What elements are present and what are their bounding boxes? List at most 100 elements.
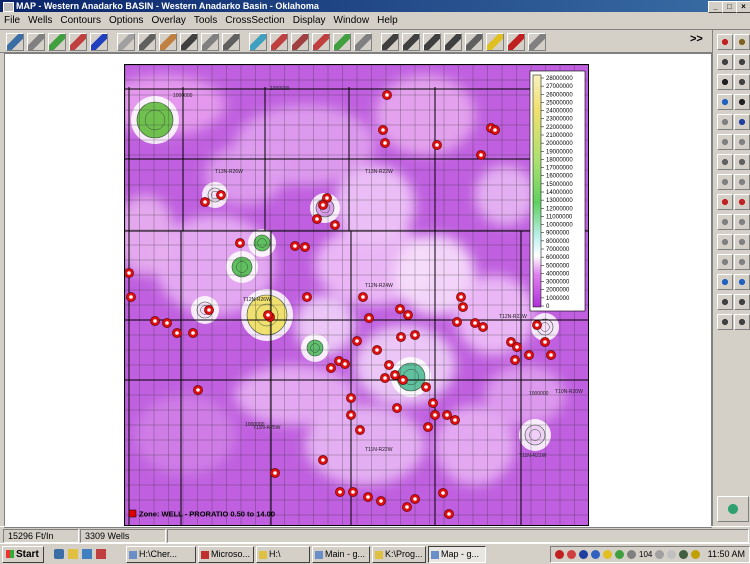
copy-2-icon[interactable] (734, 174, 750, 190)
open-map-icon[interactable] (6, 33, 24, 51)
tray-icon[interactable] (627, 550, 636, 559)
status-bar: 15296 Ft/In 3309 Wells (0, 526, 750, 543)
menu-wells[interactable]: Wells (24, 12, 56, 29)
fill-icon-2[interactable] (717, 214, 733, 230)
well-log-icon[interactable] (201, 33, 219, 51)
zone-swatch (128, 509, 137, 518)
task-button-prog[interactable]: K:\Prog... (372, 546, 426, 563)
line-icon[interactable] (717, 154, 733, 170)
start-button[interactable]: Start (2, 546, 44, 563)
task-button-main[interactable]: Main - g... (312, 546, 370, 563)
well-data-icon[interactable] (117, 33, 135, 51)
ie-icon[interactable] (54, 549, 64, 559)
square-red-icon[interactable] (717, 194, 733, 210)
print-icon[interactable] (717, 294, 733, 310)
trash-2-icon[interactable] (734, 254, 750, 270)
zoom-box-icon[interactable] (423, 33, 441, 51)
svg-text:1000000: 1000000 (270, 86, 290, 92)
zoom-window-icon[interactable] (444, 33, 462, 51)
menu-overlay[interactable]: Overlay (147, 12, 189, 29)
office-icon (201, 550, 209, 559)
undo-icon[interactable] (717, 114, 733, 130)
task-button-microsoft[interactable]: Microso... (198, 546, 254, 563)
dashed-line-icon[interactable] (734, 154, 750, 170)
color-legend: 28000000 27000000 26000000 25000000 24000000… (529, 70, 586, 312)
menu-file[interactable]: File (0, 12, 24, 29)
network-icon[interactable] (579, 550, 588, 559)
update-icon[interactable] (615, 550, 624, 559)
menu-window[interactable]: Window (330, 12, 374, 29)
layer-2-icon[interactable] (734, 314, 750, 330)
fill-icon[interactable] (717, 94, 733, 110)
color-map-3-icon[interactable] (90, 33, 108, 51)
map-icon[interactable] (734, 274, 750, 290)
contour-map[interactable]: T13N-R26W T13N-R22W T12N-R26W T12N-R24W T12N… (124, 64, 589, 526)
radiation-icon[interactable] (603, 550, 612, 559)
text-icon[interactable] (717, 54, 733, 70)
filter-icon[interactable] (270, 33, 288, 51)
copy-icon[interactable] (717, 174, 733, 190)
menu-contours[interactable]: Contours (56, 12, 105, 29)
menu-display[interactable]: Display (289, 12, 330, 29)
taskbar: Start H:\Cher... Microso... H:\ Main - g… (0, 543, 750, 564)
menu-options[interactable]: Options (105, 12, 147, 29)
pencil-icon[interactable] (734, 34, 750, 50)
zoom-out-icon[interactable] (402, 33, 420, 51)
cross-section-icon[interactable] (180, 33, 198, 51)
antivirus-icon[interactable] (567, 550, 576, 559)
pencil-icon[interactable] (486, 33, 504, 51)
list-icon[interactable] (734, 114, 750, 130)
pointer-icon[interactable] (717, 34, 733, 50)
print-icon[interactable] (27, 33, 45, 51)
task-button-h[interactable]: H:\ (256, 546, 310, 563)
trash-icon[interactable] (717, 254, 733, 270)
print-2-icon[interactable] (734, 294, 750, 310)
color-map-2-icon[interactable] (69, 33, 87, 51)
svg-text:T10N-R20W: T10N-R20W (555, 389, 583, 395)
monitor-icon[interactable] (591, 550, 600, 559)
trend-icon[interactable] (333, 33, 351, 51)
circle-icon[interactable] (734, 74, 750, 90)
help-icon[interactable] (717, 274, 733, 290)
paint-icon[interactable] (734, 214, 750, 230)
svg-text:1000000: 1000000 (173, 93, 193, 99)
media-icon[interactable] (96, 549, 106, 559)
report-icon[interactable] (138, 33, 156, 51)
menu-help[interactable]: Help (373, 12, 402, 29)
layer-icon[interactable] (717, 314, 733, 330)
legend-tick-label: 17000000 (546, 166, 573, 172)
desktop-icon[interactable] (82, 549, 92, 559)
volume-icon[interactable] (691, 550, 700, 559)
grid-icon[interactable] (507, 33, 525, 51)
globe-icon[interactable] (249, 33, 267, 51)
settings-icon[interactable] (667, 550, 676, 559)
color-map-icon[interactable] (48, 33, 66, 51)
layers-icon[interactable] (528, 33, 546, 51)
cross-icon[interactable] (312, 33, 330, 51)
zoom-in-icon[interactable] (381, 33, 399, 51)
square-red-2-icon[interactable] (734, 194, 750, 210)
sum-icon[interactable] (717, 234, 733, 250)
no-entry-icon[interactable] (555, 550, 564, 559)
arrow-icon[interactable] (734, 94, 750, 110)
text-box-icon[interactable] (734, 54, 750, 70)
stratigraphy-icon[interactable] (159, 33, 177, 51)
rectangle-icon[interactable] (717, 74, 733, 90)
select-area-icon[interactable] (354, 33, 372, 51)
pan-navigator-icon[interactable] (717, 496, 749, 522)
tray-icon-2[interactable] (679, 550, 688, 559)
task-button-cher[interactable]: H:\Cher... (126, 546, 196, 563)
line-style-icon[interactable] (717, 134, 733, 150)
pan-icon[interactable] (465, 33, 483, 51)
dash-icon[interactable] (734, 134, 750, 150)
clock-icon[interactable] (655, 550, 664, 559)
explorer-icon[interactable] (68, 549, 78, 559)
menu-tools[interactable]: Tools (190, 12, 221, 29)
no-icon[interactable] (734, 234, 750, 250)
menu-crosssection[interactable]: CrossSection (221, 12, 288, 29)
well-log-2-icon[interactable] (222, 33, 240, 51)
tools-icon[interactable] (291, 33, 309, 51)
task-button-map[interactable]: Map - g... (428, 546, 486, 563)
svg-text:T12N-R23W: T12N-R23W (499, 314, 527, 320)
toolbar-overflow-button[interactable]: >> (690, 33, 703, 45)
